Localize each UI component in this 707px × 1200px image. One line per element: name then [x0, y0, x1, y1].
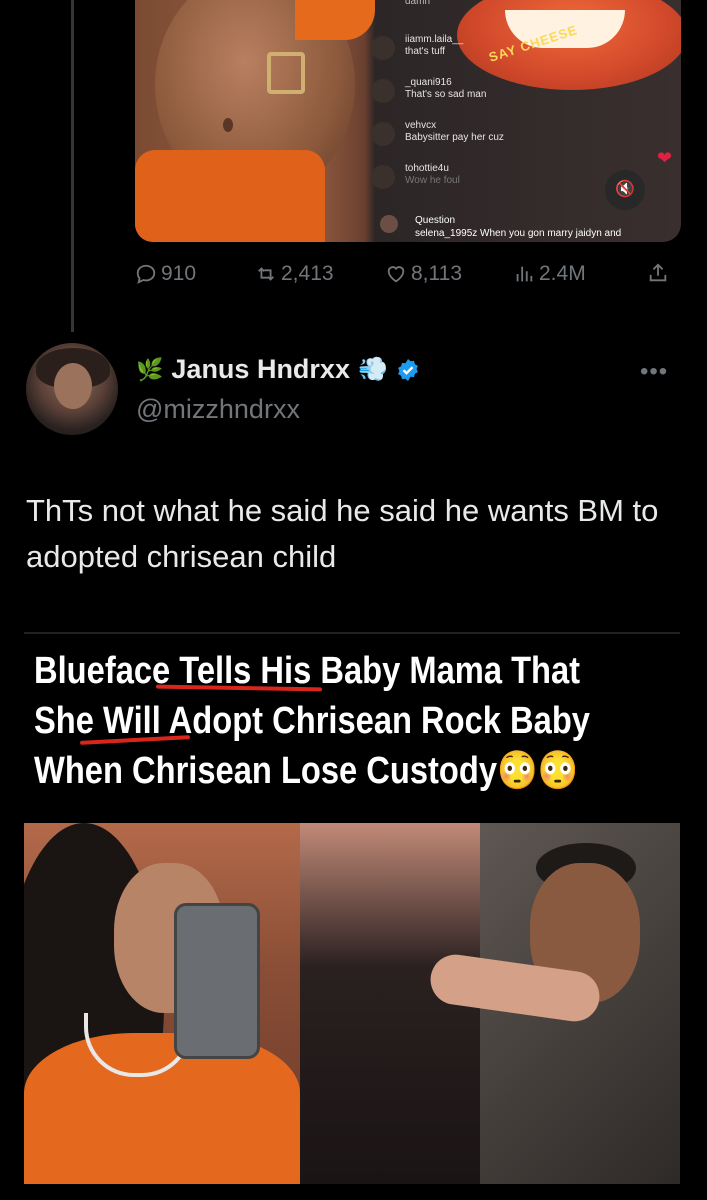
question-avatar — [380, 215, 398, 233]
live-comments: damn iiamm.laila__ that's tuff _quani916… — [371, 0, 571, 200]
comment-text: that's tuff — [405, 46, 446, 57]
previous-tweet-media[interactable]: SAY CHEESE ❤ damn iiamm.laila__ that's t… — [135, 0, 681, 242]
heart-icon: ❤ — [657, 148, 673, 168]
thread-line — [71, 0, 74, 332]
comment-avatar — [371, 79, 395, 103]
heart-outline-icon — [387, 266, 405, 283]
display-name-row[interactable]: 🌿 Janus Hndrxx 💨 — [136, 354, 420, 385]
repost-button[interactable]: 2,413 — [255, 262, 334, 286]
comment-user: _quani916 — [405, 77, 452, 88]
live-comment: tohottie4u Wow he foul — [371, 157, 571, 200]
comment-text: Wow he foul — [405, 175, 460, 186]
avatar-face — [54, 363, 92, 409]
comment-avatar — [371, 36, 395, 60]
like-button[interactable]: 8,113 — [385, 262, 462, 286]
reply-button[interactable]: 910 — [135, 262, 196, 286]
tweet-actions: 910 2,413 8,113 2.4M — [135, 262, 680, 292]
question-text: selena_1995z When you gon marry jaidyn a… — [415, 228, 622, 239]
live-comment: damn — [371, 0, 571, 28]
photo-left — [24, 823, 300, 1184]
comment-text: That's so sad man — [405, 89, 487, 100]
headline-line: When Chrisean Lose Custody😳😳 — [34, 750, 579, 792]
repost-count: 2,413 — [281, 262, 334, 285]
dash-icon: 💨 — [357, 356, 388, 383]
views-count: 2.4M — [539, 262, 586, 285]
photo-phone — [174, 903, 260, 1059]
verified-badge-icon — [397, 358, 418, 381]
more-options-icon[interactable]: ••• — [640, 358, 668, 386]
views-button[interactable]: 2.4M — [513, 262, 586, 286]
avatar[interactable] — [26, 343, 118, 435]
live-comment: vehvcx Babysitter pay her cuz — [371, 114, 571, 157]
share-button[interactable] — [647, 262, 669, 284]
share-icon — [649, 263, 667, 282]
comment-avatar — [371, 122, 395, 146]
media-jacket — [295, 0, 375, 40]
image-headline: Blueface Tells His Baby Mama That She Wi… — [34, 646, 590, 796]
question-label: Question — [415, 215, 456, 226]
comment-user: vehvcx — [405, 120, 437, 131]
live-comment: iiamm.laila__ that's tuff — [371, 28, 571, 71]
comment-text: Babysitter pay her cuz — [405, 132, 504, 143]
photo-right — [300, 823, 680, 1184]
like-count: 8,113 — [411, 262, 462, 285]
views-icon — [516, 266, 533, 282]
repost-icon — [258, 267, 274, 281]
comment-text: damn — [405, 0, 431, 7]
comment-avatar — [371, 165, 395, 189]
comment-user: tohottie4u — [405, 163, 449, 174]
media-shorts — [135, 150, 325, 242]
reply-icon — [136, 264, 156, 284]
media-detail — [223, 118, 233, 132]
tweet-text: ThTs not what he said he said he wants B… — [26, 493, 659, 574]
display-name: Janus Hndrxx — [171, 354, 350, 384]
comment-user: iiamm.laila__ — [405, 34, 464, 45]
media-buckle — [267, 52, 305, 94]
handle[interactable]: @mizzhndrxx — [136, 394, 300, 425]
mute-icon[interactable]: 🔇 — [605, 170, 645, 210]
live-comment: _quani916 That's so sad man — [371, 71, 571, 114]
reply-count: 910 — [161, 262, 197, 285]
feather-icon: 🌿 — [136, 356, 164, 382]
